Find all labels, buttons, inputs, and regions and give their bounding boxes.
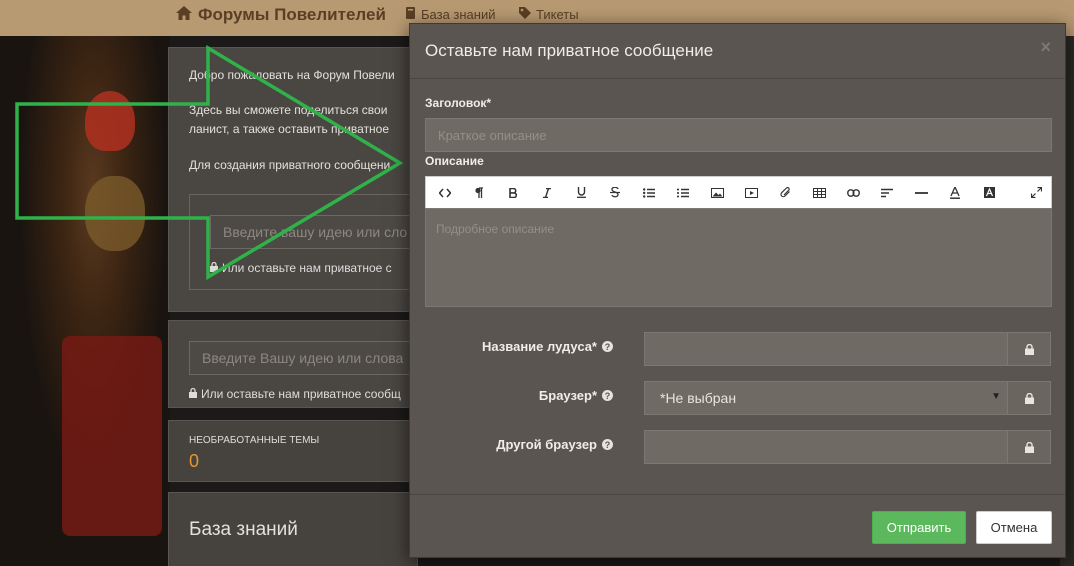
description-label: Описание [425, 154, 484, 168]
italic-icon[interactable] [530, 177, 564, 208]
help-icon[interactable]: ? [602, 341, 613, 352]
close-icon[interactable]: × [1040, 37, 1051, 58]
code-view-icon[interactable] [428, 177, 462, 208]
numbered-list-icon[interactable] [666, 177, 700, 208]
nav-tickets[interactable]: Тикеты [519, 7, 579, 22]
other-browser-label-text: Другой браузер [496, 437, 597, 452]
tag-icon [519, 7, 531, 22]
other-browser-input[interactable] [645, 431, 1007, 463]
subject-input[interactable]: Краткое описание [425, 118, 1052, 152]
private-message-modal: Оставьте нам приватное сообщение × Загол… [409, 23, 1066, 558]
idea-input[interactable]: Введите Вашу идею или слова [189, 341, 419, 375]
ludus-name-label: Название лудуса* ? [482, 339, 613, 354]
paragraph-icon[interactable] [462, 177, 496, 208]
nav-knowledge-base-label: База знаний [421, 7, 496, 22]
caret-down-icon: ▼ [991, 391, 1001, 402]
arrow-annotation [15, 44, 404, 281]
send-button[interactable]: Отправить [872, 511, 966, 544]
other-browser-label: Другой браузер ? [496, 437, 613, 452]
bold-icon[interactable] [496, 177, 530, 208]
knowledge-base-panel: База знаний [168, 492, 418, 566]
align-icon[interactable] [870, 177, 904, 208]
cancel-button[interactable]: Отмена [976, 511, 1052, 544]
strikethrough-icon[interactable] [598, 177, 632, 208]
background-color-icon[interactable] [972, 177, 1006, 208]
help-icon[interactable]: ? [602, 390, 613, 401]
ludus-name-label-text: Название лудуса* [482, 339, 597, 354]
font-color-icon[interactable] [938, 177, 972, 208]
underline-icon[interactable] [564, 177, 598, 208]
nav-tickets-label: Тикеты [536, 7, 579, 22]
ludus-name-field [644, 332, 1051, 366]
browser-label: Браузер* ? [539, 388, 613, 403]
subject-label: Заголовок* [425, 96, 492, 110]
browser-field: *Не выбран ▼ [644, 381, 1051, 415]
image-icon[interactable] [700, 177, 734, 208]
help-icon[interactable]: ? [602, 439, 613, 450]
lock-icon [1007, 382, 1050, 414]
private-message-link-2-label: Или оставьте нам приватное сообщ [201, 387, 401, 401]
red-shield [62, 336, 162, 536]
private-message-link-2[interactable]: Или оставьте нам приватное сообщ [189, 387, 401, 401]
unprocessed-topics-label: НЕОБРАБОТАННЫЕ ТЕМЫ [189, 435, 320, 446]
link-icon[interactable] [836, 177, 870, 208]
stats-panel: НЕОБРАБОТАННЫЕ ТЕМЫ 0 [168, 420, 418, 482]
modal-footer: Отправить Отмена [410, 494, 1065, 559]
knowledge-base-title: База знаний [189, 519, 298, 540]
browser-select[interactable]: *Не выбран ▼ [645, 382, 1007, 414]
lock-icon [189, 387, 197, 401]
ludus-name-input[interactable] [645, 333, 1007, 365]
modal-title: Оставьте нам приватное сообщение [425, 41, 714, 60]
video-icon[interactable] [734, 177, 768, 208]
other-browser-field [644, 430, 1051, 464]
table-icon[interactable] [802, 177, 836, 208]
idea-panel: Введите Вашу идею или слова Или оставьте… [168, 320, 419, 408]
lock-icon [1007, 431, 1050, 463]
lock-icon [1007, 333, 1050, 365]
browser-select-value: *Не выбран [660, 390, 737, 406]
bullet-list-icon[interactable] [632, 177, 666, 208]
fullscreen-icon[interactable] [1021, 177, 1051, 208]
browser-label-text: Браузер* [538, 388, 597, 403]
modal-header: Оставьте нам приватное сообщение × [410, 24, 1065, 79]
attach-icon[interactable] [768, 177, 802, 208]
unprocessed-topics-count: 0 [189, 451, 200, 471]
description-editor[interactable]: Подробное описание [425, 208, 1052, 307]
horizontal-rule-icon[interactable] [904, 177, 938, 208]
editor-toolbar [425, 176, 1052, 209]
